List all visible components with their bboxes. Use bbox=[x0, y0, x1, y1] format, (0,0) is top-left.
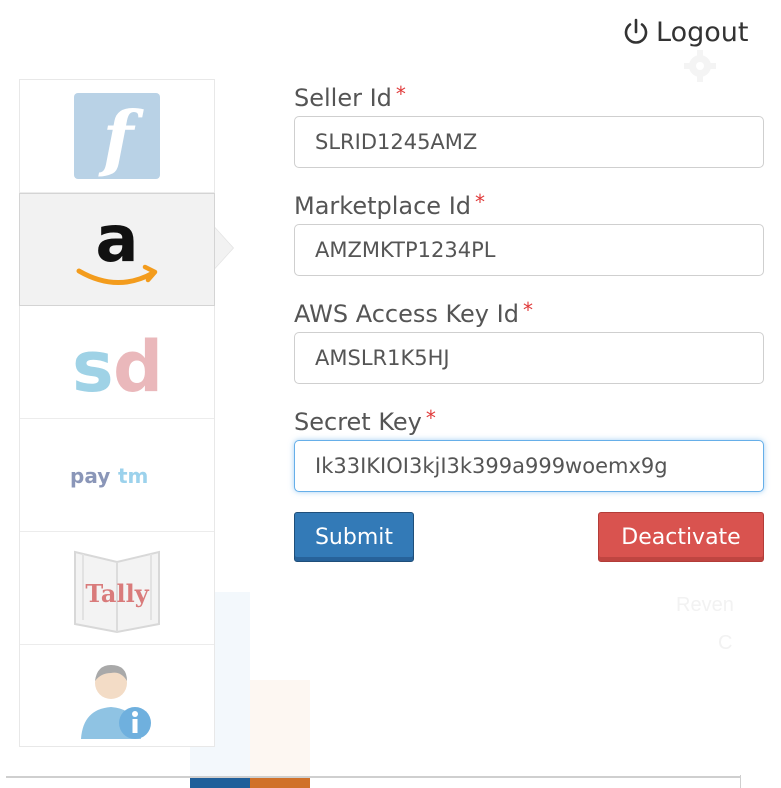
aws-access-key-id-input[interactable] bbox=[294, 332, 764, 384]
channel-flipkart[interactable]: f bbox=[20, 80, 214, 193]
channel-sidebar: f a s d pay tm Tally bbox=[19, 79, 234, 747]
snapdeal-glyph-d: d bbox=[113, 326, 163, 407]
credentials-form: Seller Id* Marketplace Id* AWS Access Ke… bbox=[294, 80, 764, 512]
snapdeal-logo-icon: s d bbox=[72, 326, 163, 407]
background-divider bbox=[6, 776, 740, 778]
secret-key-label: Secret Key * bbox=[294, 404, 764, 440]
background-chart-foot bbox=[190, 778, 250, 788]
aws-access-key-id-label: AWS Access Key Id * bbox=[294, 296, 764, 332]
background-chart-bar bbox=[250, 680, 310, 788]
channel-tally[interactable]: Tally bbox=[20, 532, 214, 645]
user-info-icon bbox=[81, 664, 151, 739]
channel-paytm[interactable]: pay tm bbox=[20, 419, 214, 532]
amazon-glyph: a bbox=[95, 205, 138, 277]
snapdeal-glyph-s: s bbox=[72, 326, 114, 407]
flipkart-logo-icon: f bbox=[74, 93, 160, 179]
background-label: C bbox=[718, 632, 733, 654]
seller-id-input[interactable] bbox=[294, 116, 764, 168]
form-actions: Submit Deactivate bbox=[294, 512, 764, 562]
channel-snapdeal[interactable]: s d bbox=[20, 306, 214, 419]
submit-button[interactable]: Submit bbox=[294, 512, 414, 562]
marketplace-id-label: Marketplace Id * bbox=[294, 188, 764, 224]
gear-icon bbox=[684, 50, 716, 82]
seller-id-label-text: Seller Id bbox=[294, 84, 392, 112]
channel-amazon[interactable]: a bbox=[19, 193, 234, 306]
logout-label: Logout bbox=[656, 16, 749, 48]
deactivate-button[interactable]: Deactivate bbox=[598, 512, 764, 562]
required-marker: * bbox=[475, 190, 486, 214]
tally-glyph: Tally bbox=[85, 579, 149, 608]
paytm-glyph-pay: pay bbox=[70, 464, 110, 488]
amazon-logo-icon: a bbox=[76, 205, 158, 285]
tally-logo-icon: Tally bbox=[74, 550, 160, 634]
required-marker: * bbox=[395, 82, 406, 106]
power-icon bbox=[624, 18, 648, 44]
channel-user-info[interactable] bbox=[20, 645, 214, 758]
page: Reven C Logout f a s d pay tm Tally Sell… bbox=[0, 0, 781, 788]
logout-button[interactable]: Logout bbox=[620, 12, 748, 52]
required-marker: * bbox=[522, 298, 533, 322]
aws-access-key-id-label-text: AWS Access Key Id bbox=[294, 300, 519, 328]
marketplace-id-label-text: Marketplace Id bbox=[294, 192, 472, 220]
background-label: Reven bbox=[676, 594, 734, 616]
secret-key-label-text: Secret Key bbox=[294, 408, 422, 436]
required-marker: * bbox=[425, 406, 436, 430]
background-divider bbox=[740, 775, 741, 788]
seller-id-label: Seller Id * bbox=[294, 80, 764, 116]
marketplace-id-input[interactable] bbox=[294, 224, 764, 276]
paytm-glyph-tm: tm bbox=[118, 464, 148, 488]
secret-key-input[interactable] bbox=[294, 440, 764, 492]
background-chart-foot bbox=[250, 778, 310, 788]
paytm-logo-icon: pay tm bbox=[70, 464, 148, 488]
